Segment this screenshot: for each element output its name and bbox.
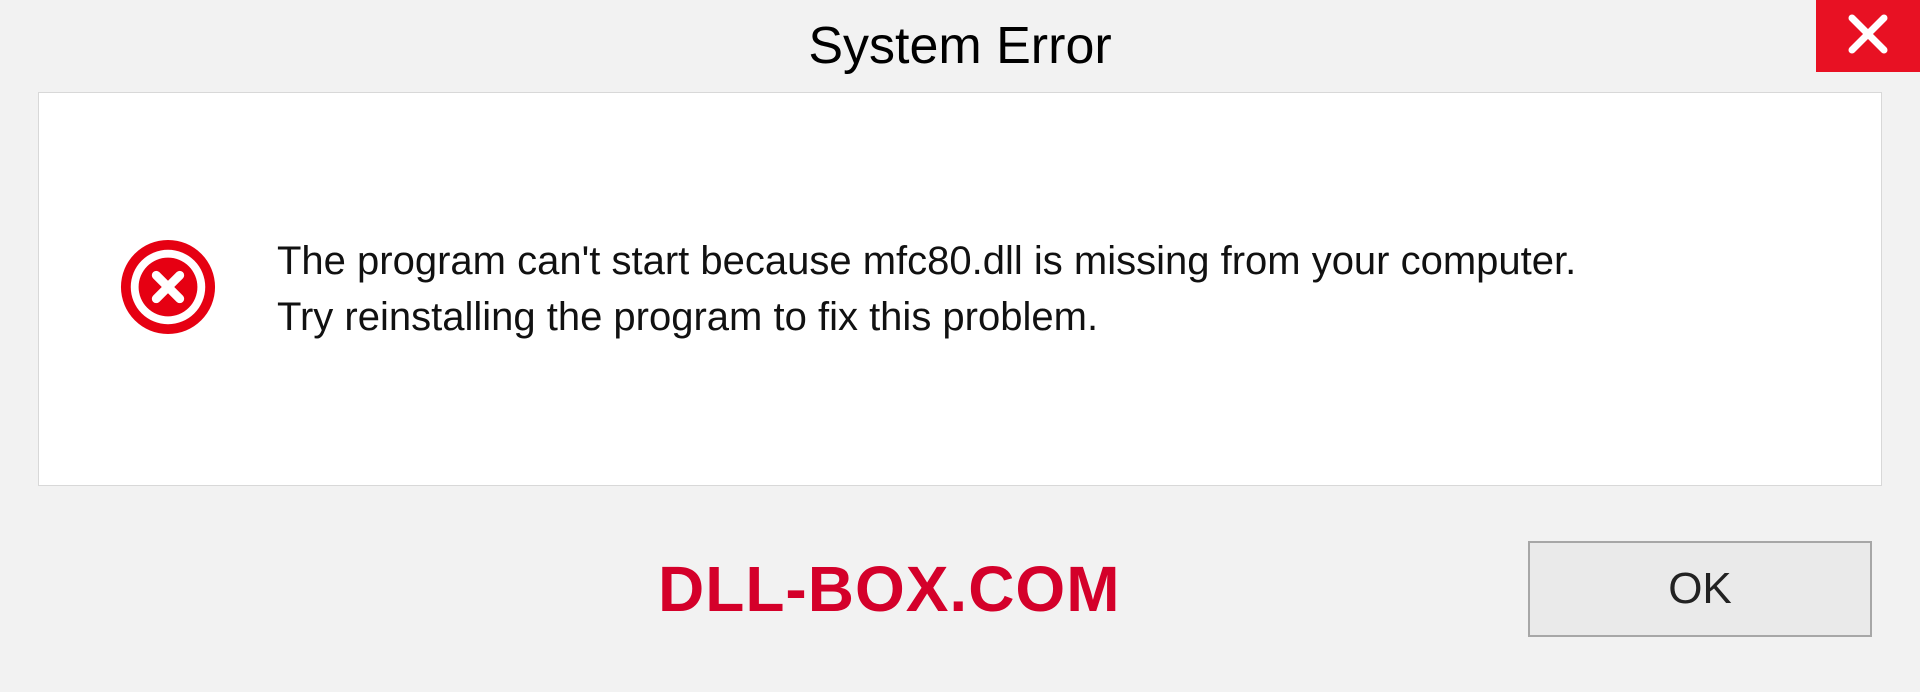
message-line-2: Try reinstalling the program to fix this… bbox=[277, 292, 1576, 342]
close-icon bbox=[1846, 12, 1890, 61]
ok-button-label: OK bbox=[1668, 564, 1732, 614]
footer: DLL-BOX.COM OK bbox=[38, 486, 1882, 692]
ok-button[interactable]: OK bbox=[1528, 541, 1872, 637]
content-panel: The program can't start because mfc80.dl… bbox=[38, 92, 1882, 486]
close-button[interactable] bbox=[1816, 0, 1920, 72]
message-block: The program can't start because mfc80.dl… bbox=[277, 236, 1576, 342]
error-icon bbox=[119, 238, 217, 341]
watermark-text: DLL-BOX.COM bbox=[658, 552, 1121, 626]
titlebar: System Error bbox=[0, 0, 1920, 92]
window-title: System Error bbox=[808, 16, 1111, 76]
message-line-1: The program can't start because mfc80.dl… bbox=[277, 236, 1576, 286]
